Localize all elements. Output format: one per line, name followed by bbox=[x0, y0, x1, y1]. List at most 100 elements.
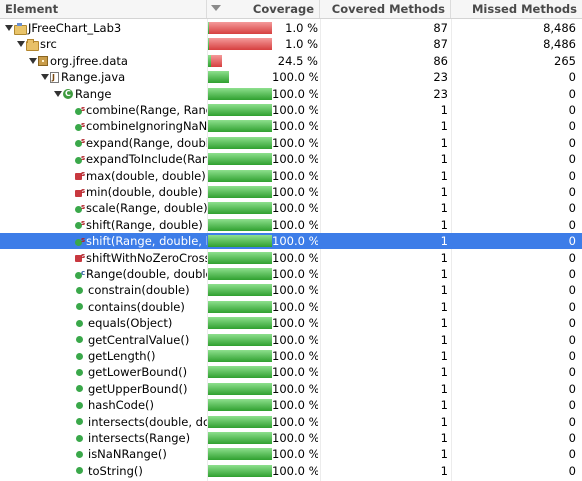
expand-toggle-icon[interactable] bbox=[4, 20, 14, 36]
covered-methods-count: 1 bbox=[440, 299, 448, 314]
method-icon bbox=[76, 450, 83, 458]
tree-row[interactable]: Range(double, double) 100.0 % 1 0 bbox=[0, 266, 582, 282]
coverage-bar bbox=[208, 235, 272, 248]
java-file-icon bbox=[50, 70, 59, 85]
tree-row[interactable]: getLength() 100.0 % 1 0 bbox=[0, 348, 582, 364]
coverage-percent: 100.0 % bbox=[272, 234, 318, 249]
tree-row[interactable]: contains(double) 100.0 % 1 0 bbox=[0, 299, 582, 315]
coverage-bar-missed bbox=[209, 22, 272, 34]
covered-methods-count: 87 bbox=[433, 21, 448, 35]
covered-methods-count: 1 bbox=[440, 234, 448, 249]
tree-row[interactable]: expandToInclude(Range, double) 100.0 % 1 0 bbox=[0, 151, 582, 167]
coverage-bar-covered bbox=[208, 464, 272, 477]
tree-row[interactable]: Range 100.0 % 23 0 bbox=[0, 86, 582, 102]
tree-row[interactable]: src 1.0 % 87 8,486 bbox=[0, 36, 582, 52]
coverage-bar bbox=[208, 317, 272, 330]
tree-row[interactable]: combineIgnoringNaN(Range, Range) 100.0 % 1… bbox=[0, 118, 582, 134]
package-icon bbox=[38, 55, 48, 66]
coverage-bar-covered bbox=[208, 169, 272, 182]
coverage-percent: 100.0 % bbox=[272, 398, 318, 413]
element-cell: shift(Range, double, boolean) bbox=[0, 233, 207, 249]
element-name: getLength() bbox=[88, 349, 156, 363]
method-icon bbox=[76, 434, 83, 442]
element-name: Range(double, double) bbox=[86, 267, 207, 281]
coverage-bar bbox=[208, 366, 272, 379]
coverage-bar-covered bbox=[208, 415, 272, 428]
covered-methods-count: 86 bbox=[433, 53, 448, 68]
tree-row[interactable]: shiftWithNoZeroCrossing(double, double) 1… bbox=[0, 250, 582, 266]
missed-methods-count: 0 bbox=[568, 234, 576, 249]
expand-toggle-icon[interactable] bbox=[28, 53, 38, 69]
coverage-bar-covered bbox=[208, 268, 272, 280]
covered-methods-count: 1 bbox=[440, 168, 448, 183]
coverage-bar-covered bbox=[208, 218, 272, 231]
tree-row[interactable]: shift(Range, double) 100.0 % 1 0 bbox=[0, 217, 582, 233]
tree-row[interactable]: isNaNRange() 100.0 % 1 0 bbox=[0, 446, 582, 462]
expand-toggle-icon[interactable] bbox=[16, 36, 26, 52]
expand-toggle-icon[interactable] bbox=[40, 69, 50, 85]
missed-methods-count: 0 bbox=[568, 267, 576, 281]
coverage-bar-covered bbox=[208, 448, 272, 461]
project-icon bbox=[14, 22, 27, 35]
missed-methods-count: 0 bbox=[568, 463, 576, 478]
column-header-coverage[interactable]: Coverage bbox=[207, 0, 320, 18]
tree-row[interactable]: hashCode() 100.0 % 1 0 bbox=[0, 397, 582, 413]
coverage-bar-covered bbox=[208, 153, 272, 166]
element-name: intersects(double, double) bbox=[88, 414, 207, 429]
missed-methods-count: 265 bbox=[554, 53, 576, 68]
coverage-bar bbox=[208, 415, 272, 428]
covered-methods-count: 1 bbox=[440, 365, 448, 380]
coverage-bar bbox=[208, 218, 272, 231]
coverage-percent: 100.0 % bbox=[272, 119, 318, 134]
element-name: getCentralValue() bbox=[88, 332, 190, 347]
element-cell: contains(double) bbox=[0, 299, 207, 315]
tree-row[interactable]: constrain(double) 100.0 % 1 0 bbox=[0, 282, 582, 298]
missed-methods-count: 0 bbox=[568, 135, 576, 150]
covered-methods-count: 23 bbox=[433, 86, 448, 101]
tree-row[interactable]: getCentralValue() 100.0 % 1 0 bbox=[0, 332, 582, 348]
constructor-icon bbox=[75, 266, 85, 281]
tree-row[interactable]: equals(Object) 100.0 % 1 0 bbox=[0, 315, 582, 331]
static-method-icon bbox=[75, 135, 85, 149]
coverage-bar-covered bbox=[208, 432, 272, 444]
element-cell: equals(Object) bbox=[0, 315, 207, 331]
tree-row[interactable]: toString() 100.0 % 1 0 bbox=[0, 463, 582, 479]
element-cell: expand(Range, double, double) bbox=[0, 135, 207, 151]
covered-methods-count: 1 bbox=[440, 447, 448, 462]
missed-methods-count: 0 bbox=[568, 283, 576, 298]
element-name: expand(Range, double, double) bbox=[86, 135, 207, 150]
tree-row[interactable]: shift(Range, double, boolean) 100.0 % 1 0 bbox=[0, 233, 582, 250]
missed-methods-count: 0 bbox=[568, 299, 576, 314]
tree-row[interactable]: getUpperBound() 100.0 % 1 0 bbox=[0, 381, 582, 397]
covered-methods-count: 1 bbox=[440, 135, 448, 150]
covered-methods-count: 87 bbox=[433, 37, 448, 52]
element-name: intersects(Range) bbox=[88, 431, 191, 445]
column-header-missed-methods[interactable]: Missed Methods bbox=[451, 0, 582, 18]
tree-row[interactable]: intersects(double, double) 100.0 % 1 0 bbox=[0, 414, 582, 430]
coverage-bar bbox=[208, 104, 272, 116]
coverage-bar-covered bbox=[208, 300, 272, 313]
tree-row[interactable]: combine(Range, Range) 100.0 % 1 0 bbox=[0, 102, 582, 118]
coverage-bar bbox=[208, 432, 272, 444]
tree-row[interactable]: getLowerBound() 100.0 % 1 0 bbox=[0, 364, 582, 380]
method-icon bbox=[76, 303, 83, 311]
element-name: getLowerBound() bbox=[88, 365, 188, 380]
element-name: Range.java bbox=[61, 70, 126, 85]
tree-row[interactable]: max(double, double) 100.0 % 1 0 bbox=[0, 168, 582, 184]
tree-row[interactable]: min(double, double) 100.0 % 1 0 bbox=[0, 184, 582, 200]
tree-row[interactable]: Range.java 100.0 % 23 0 bbox=[0, 69, 582, 85]
tree-row[interactable]: scale(Range, double) 100.0 % 1 0 bbox=[0, 200, 582, 216]
tree-row[interactable]: intersects(Range) 100.0 % 1 0 bbox=[0, 430, 582, 446]
column-header-covered-methods[interactable]: Covered Methods bbox=[320, 0, 451, 18]
expand-toggle-icon[interactable] bbox=[53, 86, 63, 102]
tree-row[interactable]: JFreeChart_Lab3 1.0 % 87 8,486 bbox=[0, 20, 582, 36]
coverage-bar-covered bbox=[208, 235, 272, 248]
tree-row[interactable]: org.jfree.data 24.5 % 86 265 bbox=[0, 53, 582, 69]
tree-row[interactable]: expand(Range, double, double) 100.0 % 1 0 bbox=[0, 135, 582, 151]
element-cell: getCentralValue() bbox=[0, 332, 207, 348]
element-name: scale(Range, double) bbox=[86, 201, 207, 216]
coverage-bar bbox=[208, 136, 272, 149]
column-header-element[interactable]: Element bbox=[0, 0, 207, 18]
element-name: isNaNRange() bbox=[88, 447, 167, 462]
coverage-bar-covered bbox=[208, 104, 272, 116]
